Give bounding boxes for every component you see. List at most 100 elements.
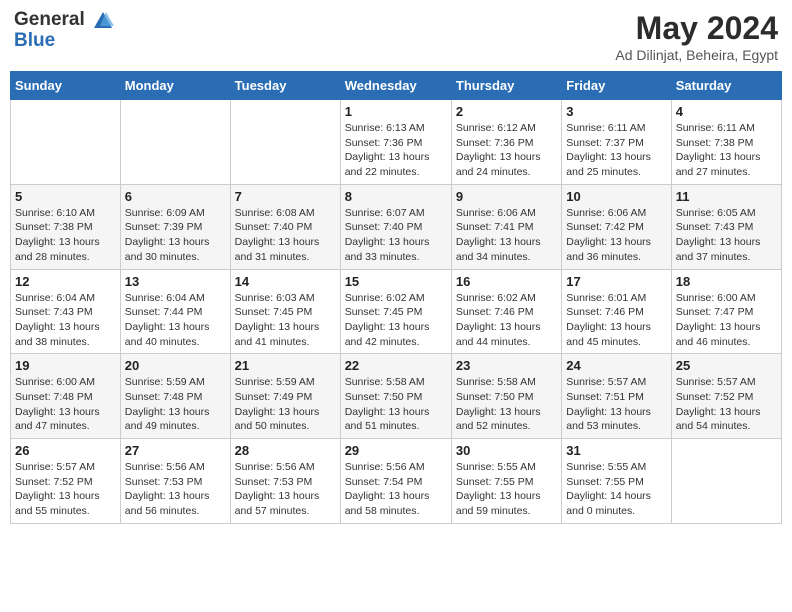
day-info: Sunrise: 5:59 AMSunset: 7:48 PMDaylight:…	[125, 375, 226, 434]
day-info: Sunrise: 5:57 AMSunset: 7:51 PMDaylight:…	[566, 375, 666, 434]
day-number: 17	[566, 274, 666, 289]
day-info: Sunrise: 5:57 AMSunset: 7:52 PMDaylight:…	[15, 460, 116, 519]
day-number: 18	[676, 274, 777, 289]
day-info: Sunrise: 6:07 AMSunset: 7:40 PMDaylight:…	[345, 206, 447, 265]
calendar-cell	[11, 100, 121, 185]
calendar-cell: 9 Sunrise: 6:06 AMSunset: 7:41 PMDaylight…	[451, 184, 561, 269]
calendar-cell: 23 Sunrise: 5:58 AMSunset: 7:50 PMDayligh…	[451, 354, 561, 439]
calendar-cell	[230, 100, 340, 185]
day-number: 16	[456, 274, 557, 289]
day-number: 28	[235, 443, 336, 458]
day-number: 31	[566, 443, 666, 458]
day-number: 21	[235, 358, 336, 373]
calendar-week-row: 26 Sunrise: 5:57 AMSunset: 7:52 PMDayligh…	[11, 439, 782, 524]
logo-icon	[92, 10, 114, 30]
day-info: Sunrise: 5:56 AMSunset: 7:54 PMDaylight:…	[345, 460, 447, 519]
day-number: 9	[456, 189, 557, 204]
weekday-header: Thursday	[451, 72, 561, 100]
calendar-cell: 7Sunrise: 6:08 AMSunset: 7:40 PMDaylight…	[230, 184, 340, 269]
calendar-cell: 14 Sunrise: 6:03 AMSunset: 7:45 PMDayligh…	[230, 269, 340, 354]
logo: General Blue	[14, 10, 114, 52]
day-number: 13	[125, 274, 226, 289]
calendar-week-row: 12 Sunrise: 6:04 AMSunset: 7:43 PMDayligh…	[11, 269, 782, 354]
day-info: Sunrise: 6:09 AMSunset: 7:39 PMDaylight:…	[125, 206, 226, 265]
calendar-cell: 29Sunrise: 5:56 AMSunset: 7:54 PMDayligh…	[340, 439, 451, 524]
calendar-cell: 30 Sunrise: 5:55 AMSunset: 7:55 PMDayligh…	[451, 439, 561, 524]
day-info: Sunrise: 6:08 AMSunset: 7:40 PMDaylight:…	[235, 206, 336, 265]
day-info: Sunrise: 6:12 AMSunset: 7:36 PMDaylight:…	[456, 121, 557, 180]
day-number: 12	[15, 274, 116, 289]
calendar-cell: 15Sunrise: 6:02 AMSunset: 7:45 PMDayligh…	[340, 269, 451, 354]
weekday-header: Friday	[562, 72, 671, 100]
day-number: 25	[676, 358, 777, 373]
day-info: Sunrise: 6:00 AMSunset: 7:48 PMDaylight:…	[15, 375, 116, 434]
day-info: Sunrise: 5:55 AMSunset: 7:55 PMDaylight:…	[566, 460, 666, 519]
day-info: Sunrise: 6:13 AMSunset: 7:36 PMDaylight:…	[345, 121, 447, 180]
day-number: 20	[125, 358, 226, 373]
calendar-cell: 2Sunrise: 6:12 AMSunset: 7:36 PMDaylight…	[451, 100, 561, 185]
day-number: 24	[566, 358, 666, 373]
weekday-header: Tuesday	[230, 72, 340, 100]
day-info: Sunrise: 5:56 AMSunset: 7:53 PMDaylight:…	[235, 460, 336, 519]
day-number: 15	[345, 274, 447, 289]
day-info: Sunrise: 5:57 AMSunset: 7:52 PMDaylight:…	[676, 375, 777, 434]
calendar-cell: 12 Sunrise: 6:04 AMSunset: 7:43 PMDayligh…	[11, 269, 121, 354]
calendar-cell: 5Sunrise: 6:10 AMSunset: 7:38 PMDaylight…	[11, 184, 121, 269]
day-info: Sunrise: 5:58 AMSunset: 7:50 PMDaylight:…	[345, 375, 447, 434]
calendar-week-row: 19 Sunrise: 6:00 AMSunset: 7:48 PMDayligh…	[11, 354, 782, 439]
day-number: 30	[456, 443, 557, 458]
calendar-cell: 17 Sunrise: 6:01 AMSunset: 7:46 PMDayligh…	[562, 269, 671, 354]
calendar-cell: 16Sunrise: 6:02 AMSunset: 7:46 PMDayligh…	[451, 269, 561, 354]
day-info: Sunrise: 5:59 AMSunset: 7:49 PMDaylight:…	[235, 375, 336, 434]
logo-blue: Blue	[14, 31, 114, 52]
calendar-week-row: 1 Sunrise: 6:13 AMSunset: 7:36 PMDaylight…	[11, 100, 782, 185]
day-info: Sunrise: 5:58 AMSunset: 7:50 PMDaylight:…	[456, 375, 557, 434]
day-info: Sunrise: 6:11 AMSunset: 7:37 PMDaylight:…	[566, 121, 666, 180]
calendar-cell: 27 Sunrise: 5:56 AMSunset: 7:53 PMDayligh…	[120, 439, 230, 524]
calendar-table: SundayMondayTuesdayWednesdayThursdayFrid…	[10, 71, 782, 524]
day-number: 27	[125, 443, 226, 458]
day-number: 1	[345, 104, 447, 119]
calendar-cell: 24 Sunrise: 5:57 AMSunset: 7:51 PMDayligh…	[562, 354, 671, 439]
day-info: Sunrise: 6:04 AMSunset: 7:43 PMDaylight:…	[15, 291, 116, 350]
calendar-cell: 19 Sunrise: 6:00 AMSunset: 7:48 PMDayligh…	[11, 354, 121, 439]
day-info: Sunrise: 6:01 AMSunset: 7:46 PMDaylight:…	[566, 291, 666, 350]
calendar-cell: 28 Sunrise: 5:56 AMSunset: 7:53 PMDayligh…	[230, 439, 340, 524]
calendar-cell: 1 Sunrise: 6:13 AMSunset: 7:36 PMDaylight…	[340, 100, 451, 185]
day-info: Sunrise: 6:05 AMSunset: 7:43 PMDaylight:…	[676, 206, 777, 265]
day-number: 23	[456, 358, 557, 373]
calendar-cell: 18 Sunrise: 6:00 AMSunset: 7:47 PMDayligh…	[671, 269, 781, 354]
calendar-cell: 25 Sunrise: 5:57 AMSunset: 7:52 PMDayligh…	[671, 354, 781, 439]
day-number: 26	[15, 443, 116, 458]
month-year: May 2024	[615, 10, 778, 47]
day-info: Sunrise: 6:03 AMSunset: 7:45 PMDaylight:…	[235, 291, 336, 350]
day-info: Sunrise: 5:56 AMSunset: 7:53 PMDaylight:…	[125, 460, 226, 519]
weekday-header: Monday	[120, 72, 230, 100]
calendar-cell: 3Sunrise: 6:11 AMSunset: 7:37 PMDaylight…	[562, 100, 671, 185]
day-number: 10	[566, 189, 666, 204]
calendar-cell: 22 Sunrise: 5:58 AMSunset: 7:50 PMDayligh…	[340, 354, 451, 439]
location: Ad Dilinjat, Beheira, Egypt	[615, 47, 778, 63]
day-info: Sunrise: 6:11 AMSunset: 7:38 PMDaylight:…	[676, 121, 777, 180]
calendar-cell: 4 Sunrise: 6:11 AMSunset: 7:38 PMDaylight…	[671, 100, 781, 185]
day-number: 19	[15, 358, 116, 373]
page-header: General Blue May 2024 Ad Dilinjat, Behei…	[10, 10, 782, 63]
day-number: 4	[676, 104, 777, 119]
day-info: Sunrise: 6:04 AMSunset: 7:44 PMDaylight:…	[125, 291, 226, 350]
calendar-cell: 10Sunrise: 6:06 AMSunset: 7:42 PMDayligh…	[562, 184, 671, 269]
calendar-cell: 8Sunrise: 6:07 AMSunset: 7:40 PMDaylight…	[340, 184, 451, 269]
weekday-header: Sunday	[11, 72, 121, 100]
calendar-cell: 6Sunrise: 6:09 AMSunset: 7:39 PMDaylight…	[120, 184, 230, 269]
day-info: Sunrise: 6:00 AMSunset: 7:47 PMDaylight:…	[676, 291, 777, 350]
logo-text: General	[14, 10, 114, 31]
calendar-cell: 11Sunrise: 6:05 AMSunset: 7:43 PMDayligh…	[671, 184, 781, 269]
day-info: Sunrise: 6:06 AMSunset: 7:41 PMDaylight:…	[456, 206, 557, 265]
day-number: 14	[235, 274, 336, 289]
calendar-cell: 31 Sunrise: 5:55 AMSunset: 7:55 PMDayligh…	[562, 439, 671, 524]
calendar-week-row: 5Sunrise: 6:10 AMSunset: 7:38 PMDaylight…	[11, 184, 782, 269]
day-number: 22	[345, 358, 447, 373]
weekday-header: Saturday	[671, 72, 781, 100]
day-info: Sunrise: 5:55 AMSunset: 7:55 PMDaylight:…	[456, 460, 557, 519]
day-number: 5	[15, 189, 116, 204]
calendar-cell	[120, 100, 230, 185]
